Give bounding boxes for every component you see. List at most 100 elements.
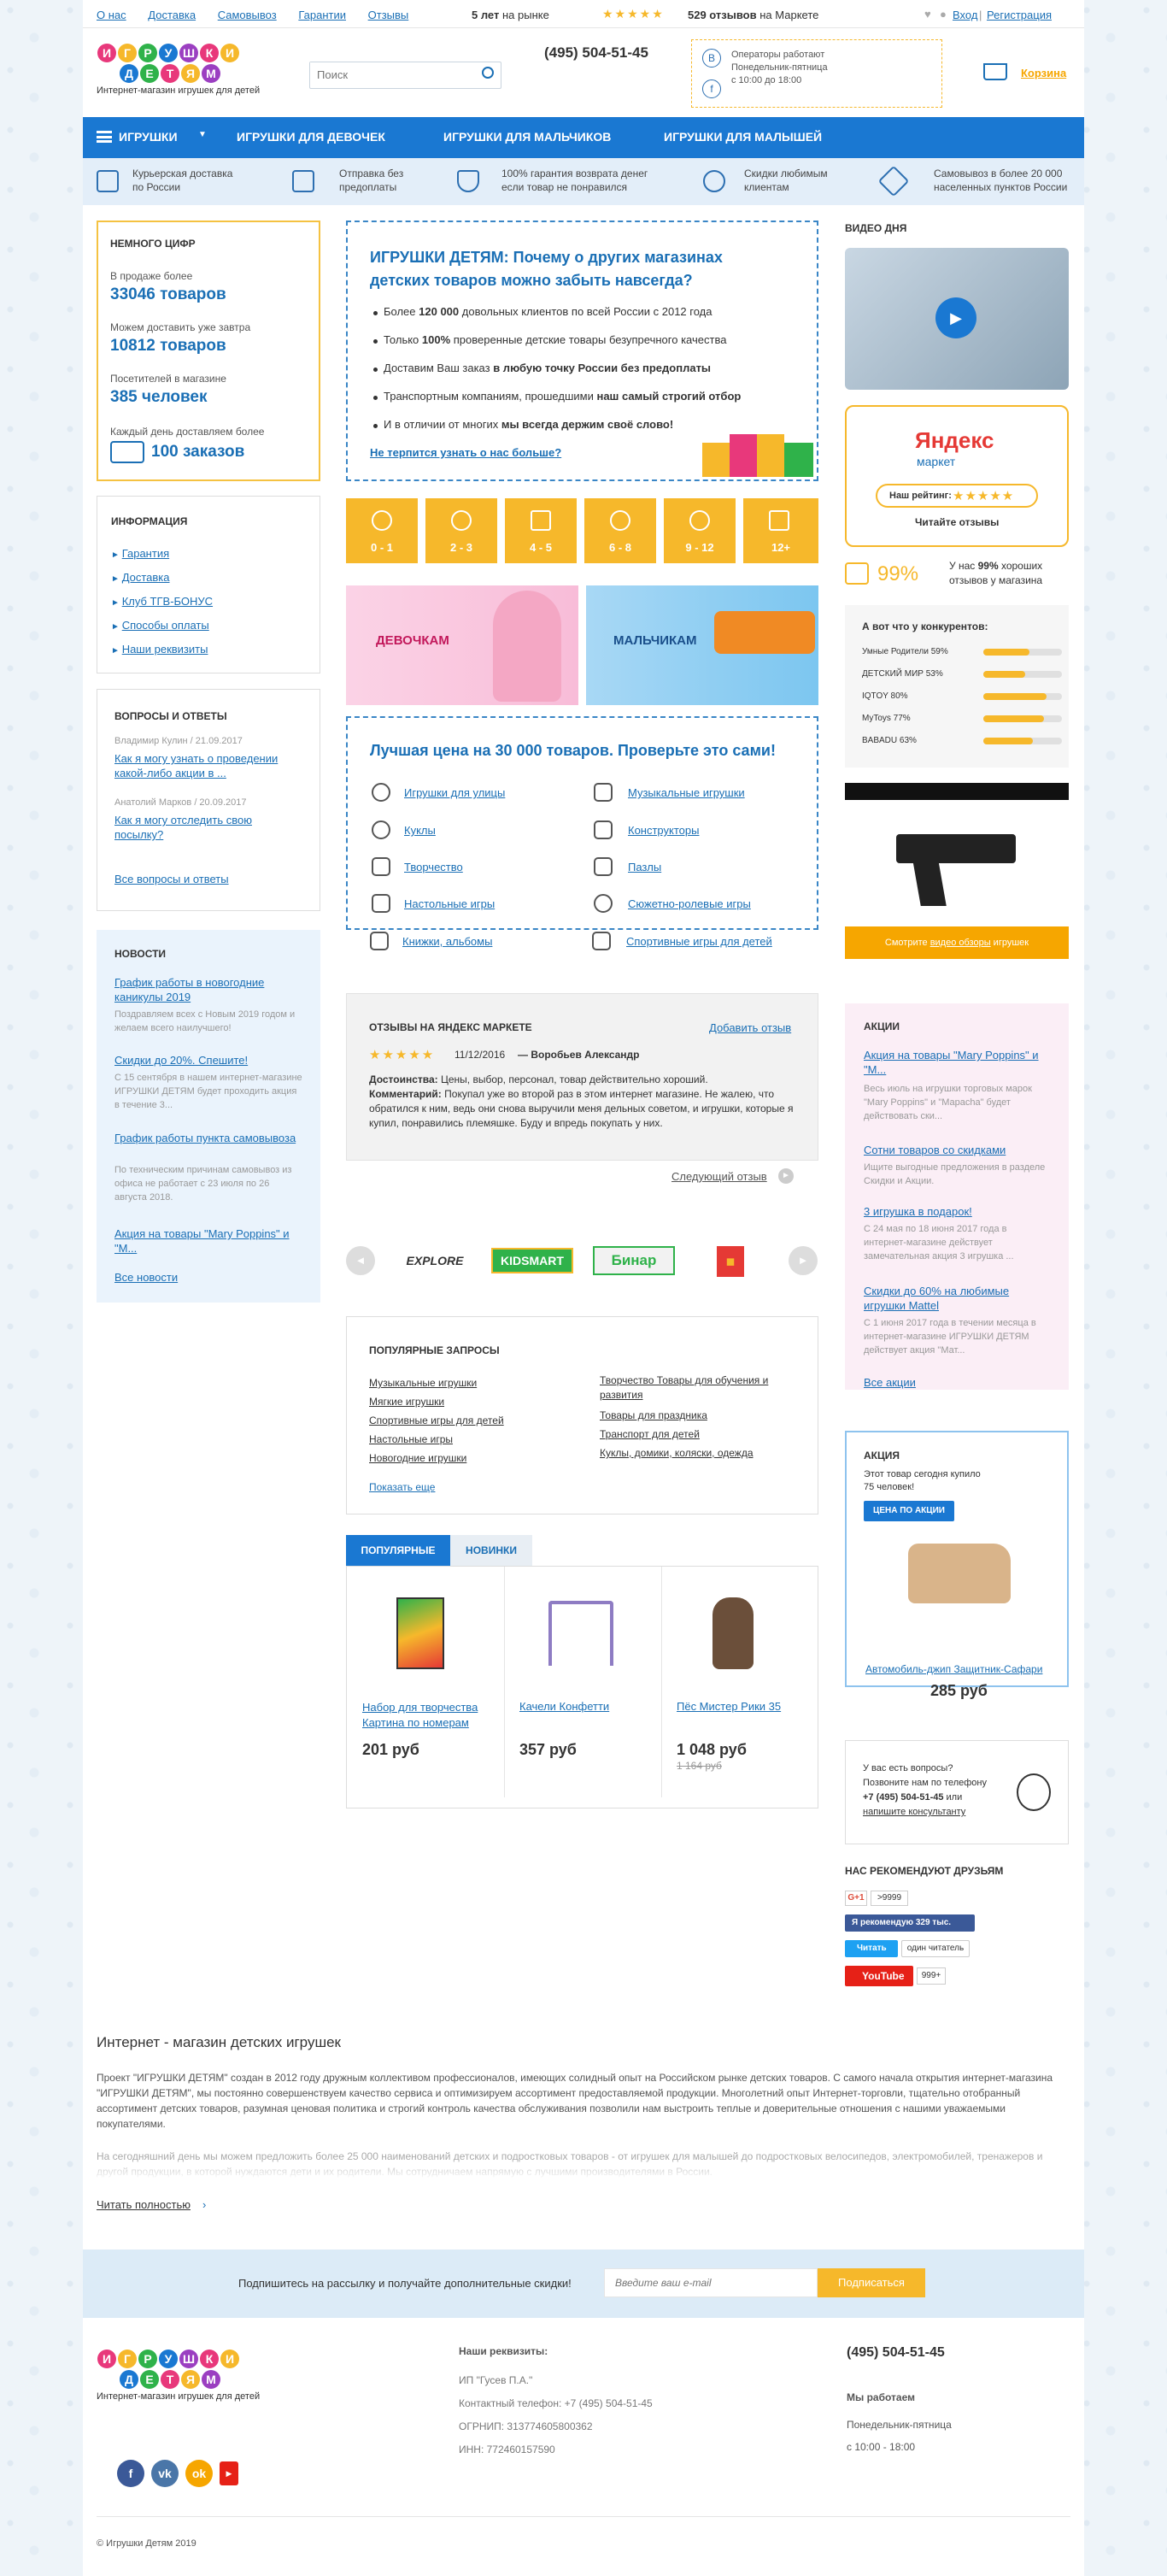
next-review-link[interactable]: Следующий отзыв [671, 1170, 767, 1183]
deal-product-image[interactable] [908, 1544, 1011, 1603]
add-review-link[interactable]: Добавить отзыв [709, 1021, 791, 1034]
vk-icon[interactable]: В [702, 49, 721, 68]
banner-boys[interactable]: МАЛЬЧИКАМ [586, 585, 818, 705]
cart-icon[interactable] [983, 63, 1007, 80]
category-link[interactable]: Игрушки для улицы [404, 786, 505, 799]
news-link[interactable]: Скидки до 20%. Спешите! [114, 1054, 302, 1067]
product-image[interactable] [713, 1597, 754, 1669]
footer-logo[interactable]: ИГРУШКИ ДЕТЯМ Интернет-магазин игрушек д… [97, 2349, 276, 2402]
vk-icon[interactable]: vk [151, 2460, 179, 2487]
facebook-icon[interactable]: f [702, 79, 721, 98]
brand-logo[interactable]: Бинар [593, 1246, 675, 1275]
category-link[interactable]: Пазлы [628, 861, 661, 873]
age-tile-2-3[interactable]: 2 - 3 [425, 498, 497, 563]
play-icon[interactable]: ▶ [935, 297, 976, 338]
menu-babies[interactable]: ИГРУШКИ ДЛЯ МАЛЫШЕЙ [664, 130, 822, 144]
age-tile-9-12[interactable]: 9 - 12 [664, 498, 736, 563]
brands-prev-button[interactable]: ◄ [346, 1246, 375, 1275]
age-tile-6-8[interactable]: 6 - 8 [584, 498, 656, 563]
menu-boys[interactable]: ИГРУШКИ ДЛЯ МАЛЬЧИКОВ [443, 130, 611, 144]
info-link-delivery[interactable]: Доставка [122, 571, 170, 584]
promo-link[interactable]: Скидки до 60% на любимые игрушки Mattel [864, 1284, 1052, 1313]
youtube-icon[interactable]: ▶ [220, 2461, 238, 2485]
info-link-payment[interactable]: Способы оплаты [122, 619, 209, 632]
arrow-right-icon[interactable]: ► [778, 1168, 794, 1184]
search-icon[interactable] [482, 67, 494, 79]
read-more-link[interactable]: Читать полностью [97, 2198, 191, 2211]
popular-more-link[interactable]: Показать еще [369, 1481, 435, 1493]
product-image[interactable] [396, 1597, 444, 1669]
category-link[interactable]: Творчество [404, 861, 463, 873]
popular-link[interactable]: Новогодние игрушки [369, 1452, 466, 1464]
footer-phone[interactable]: (495) 504-51-45 [847, 2345, 945, 2361]
deal-product-name[interactable]: Автомобиль-джип Защитник-Сафари [865, 1663, 1042, 1675]
brand-logo[interactable]: ◼ [717, 1246, 744, 1277]
category-link[interactable]: Куклы [404, 824, 436, 837]
news-link[interactable]: Акция на товары "Mary Poppins" и "М... [114, 1226, 302, 1256]
odnoklassniki-icon[interactable]: ok [185, 2460, 213, 2487]
category-link[interactable]: Музыкальные игрушки [628, 786, 745, 799]
product-name[interactable]: Качели Конфетти [519, 1700, 648, 1713]
news-all-link[interactable]: Все новости [114, 1271, 178, 1284]
promos-all-link[interactable]: Все акции [864, 1376, 916, 1389]
product-name[interactable]: Пёс Мистер Рики 35 [677, 1700, 805, 1713]
chat-link[interactable]: напишите консультанту [863, 1807, 965, 1817]
category-link[interactable]: Конструкторы [628, 824, 699, 837]
menu-girls[interactable]: ИГРУШКИ ДЛЯ ДЕВОЧЕК [237, 130, 385, 144]
login-link[interactable]: Вход [953, 9, 977, 21]
nav-about[interactable]: О нас [97, 9, 126, 21]
qa-question[interactable]: Как я могу узнать о проведении какой-либ… [114, 751, 302, 780]
video-player[interactable]: ▶ [845, 248, 1069, 390]
brands-next-button[interactable]: ► [789, 1246, 818, 1275]
popular-link[interactable]: Куклы, домики, коляски, одежда [600, 1447, 754, 1459]
popular-link[interactable]: Товары для праздника [600, 1409, 707, 1421]
tab-new[interactable]: НОВИНКИ [450, 1535, 532, 1566]
info-link-requisites[interactable]: Наши реквизиты [122, 643, 208, 656]
twitter-follow-button[interactable]: Читать [845, 1940, 898, 1957]
question-phone[interactable]: +7 (495) 504-51-45 [863, 1792, 943, 1803]
promo-link[interactable]: Акция на товары "Mary Poppins" и "М... [864, 1048, 1052, 1077]
popular-link[interactable]: Спортивные игры для детей [369, 1414, 504, 1426]
popular-link[interactable]: Музыкальные игрушки [369, 1377, 477, 1389]
category-link[interactable]: Спортивные игры для детей [626, 935, 772, 948]
why-more-link[interactable]: Не терпится узнать о нас больше? [370, 446, 561, 459]
nav-guarantee[interactable]: Гарантии [298, 9, 346, 21]
popular-link[interactable]: Мягкие игрушки [369, 1396, 444, 1408]
category-link[interactable]: Книжки, альбомы [402, 935, 492, 948]
gplus-button[interactable]: G+1 [845, 1891, 867, 1906]
video-review[interactable]: Смотрите видео обзоры игрушек [845, 783, 1069, 959]
nav-delivery[interactable]: Доставка [148, 9, 196, 21]
deal-price-button[interactable]: ЦЕНА ПО АКЦИИ [864, 1501, 954, 1521]
email-input[interactable] [604, 2268, 818, 2297]
category-link[interactable]: Настольные игры [404, 897, 495, 910]
menu-toys[interactable]: ИГРУШКИ [119, 130, 178, 144]
facebook-icon[interactable]: f [117, 2460, 144, 2487]
cart-link[interactable]: Корзина [1021, 67, 1066, 79]
hamburger-icon[interactable] [97, 131, 112, 143]
promo-link[interactable]: Сотни товаров со скидками [864, 1144, 1052, 1156]
info-link-club[interactable]: Клуб ТГВ-БОНУС [122, 595, 213, 608]
youtube-subscribe-button[interactable]: YouTube [845, 1966, 913, 1986]
age-tile-12-plus[interactable]: 12+ [743, 498, 818, 563]
news-link[interactable]: График работы в новогодние каникулы 2019 [114, 975, 302, 1004]
news-link[interactable]: График работы пункта самовывоза [114, 1131, 302, 1145]
popular-link[interactable]: Творчество Товары для обучения и развити… [600, 1374, 768, 1401]
brand-logo[interactable]: EXPLORE [392, 1250, 478, 1272]
promo-link[interactable]: 3 игрушка в подарок! [864, 1205, 1052, 1218]
facebook-like-button[interactable]: Я рекомендую 329 тыс. [845, 1914, 975, 1932]
tab-popular[interactable]: ПОПУЛЯРНЫЕ [346, 1535, 450, 1566]
header-phone[interactable]: (495) 504-51-45 [544, 44, 648, 62]
search-input[interactable] [310, 62, 464, 86]
banner-girls[interactable]: ДЕВОЧКАМ [346, 585, 578, 705]
nav-reviews[interactable]: Отзывы [368, 9, 409, 21]
register-link[interactable]: Регистрация [987, 9, 1052, 21]
age-tile-4-5[interactable]: 4 - 5 [505, 498, 577, 563]
video-reviews-link[interactable]: видео обзоры [930, 938, 991, 948]
brand-logo[interactable]: KIDSMART [491, 1248, 573, 1273]
popular-link[interactable]: Транспорт для детей [600, 1428, 700, 1440]
popular-link[interactable]: Настольные игры [369, 1433, 453, 1445]
yandex-market-widget[interactable]: Яндекс маркет Наш рейтинг: ★★★★★ Читайте… [845, 405, 1069, 547]
subscribe-button[interactable]: Подписаться [818, 2268, 925, 2297]
product-image[interactable] [548, 1601, 613, 1666]
logo[interactable]: ИГРУШКИ ДЕТЯМ Интернет-магазин игрушек д… [97, 43, 267, 96]
